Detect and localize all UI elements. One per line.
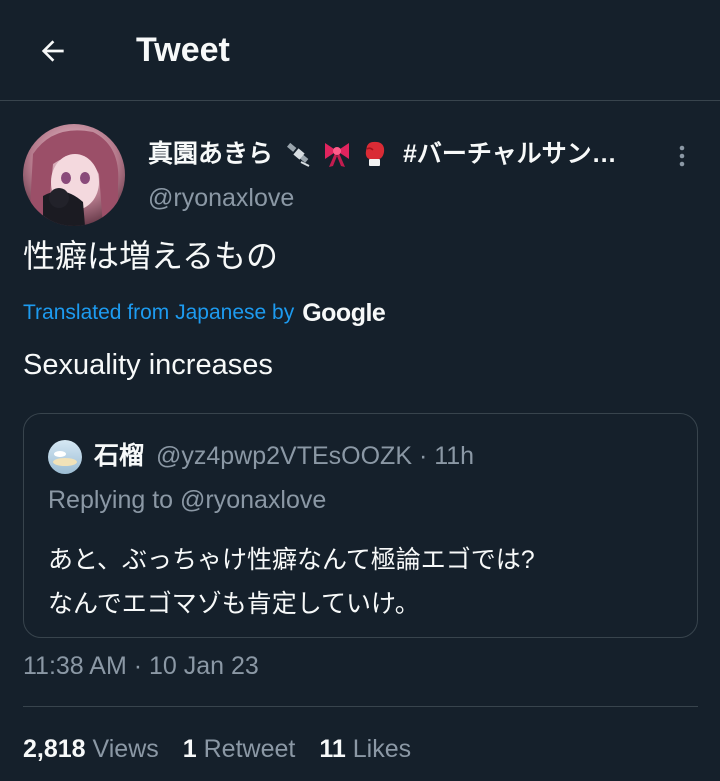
more-vertical-icon	[679, 145, 685, 167]
quote-handle-time: @yz4pwp2VTEsOOZK · 11h	[156, 442, 475, 470]
boxing-glove-icon	[359, 138, 391, 170]
author-avatar[interactable]	[23, 124, 125, 226]
quote-author-name: 石榴	[94, 442, 145, 470]
satellite-icon	[283, 138, 315, 170]
page-title: Tweet	[136, 31, 230, 69]
google-logo: Google	[302, 299, 386, 327]
views-label: Views	[92, 735, 159, 763]
more-options-button[interactable]	[664, 138, 700, 174]
tweet-text: 性癖は増えるもの	[23, 238, 279, 274]
likes-stat[interactable]: 11 Likes	[319, 730, 411, 768]
quote-avatar	[48, 440, 82, 474]
views-count: 2,818	[23, 735, 86, 763]
translation-attribution: Translated from Japanese by Google	[23, 296, 386, 330]
translated-from-link[interactable]: Translated from Japanese by	[23, 296, 294, 330]
author-name-text: 真園あきら	[148, 140, 274, 168]
back-button[interactable]	[30, 28, 76, 74]
retweets-stat[interactable]: 1 Retweet	[183, 730, 296, 768]
retweets-label: Retweet	[203, 735, 296, 763]
tweet-timestamp[interactable]: 11:38 AM · 10 Jan 23	[23, 647, 259, 685]
author-display-name[interactable]: 真園あきら #バーチャルサン…	[148, 136, 617, 172]
quoted-tweet[interactable]: 石榴 @yz4pwp2VTEsOOZK · 11h Replying to @r…	[23, 413, 698, 638]
quote-replying-to: Replying to @ryonaxlove	[48, 486, 327, 514]
quote-text: あと、ぶっちゃけ性癖なんて極論エゴでは? なんでエゴマゾも肯定していけ。	[48, 538, 535, 626]
header-bar: Tweet	[0, 0, 720, 101]
likes-label: Likes	[352, 735, 412, 763]
author-name-suffix: #バーチャルサン…	[403, 140, 617, 168]
retweets-count: 1	[182, 735, 197, 763]
author-handle[interactable]: @ryonaxlove	[148, 180, 294, 216]
tweet-translation: Sexuality increases	[23, 349, 273, 381]
arrow-left-icon	[41, 40, 64, 62]
quote-text-line: あと、ぶっちゃけ性癖なんて極論エゴでは?	[48, 546, 535, 574]
views-stat[interactable]: 2,818 Views	[23, 730, 159, 768]
tweet-stats: 2,818 Views 1 Retweet 11 Likes	[23, 730, 435, 768]
likes-count: 11	[319, 735, 346, 763]
divider	[23, 706, 698, 707]
ribbon-icon	[321, 138, 353, 170]
quote-text-line: なんでエゴマゾも肯定していけ。	[48, 590, 420, 618]
